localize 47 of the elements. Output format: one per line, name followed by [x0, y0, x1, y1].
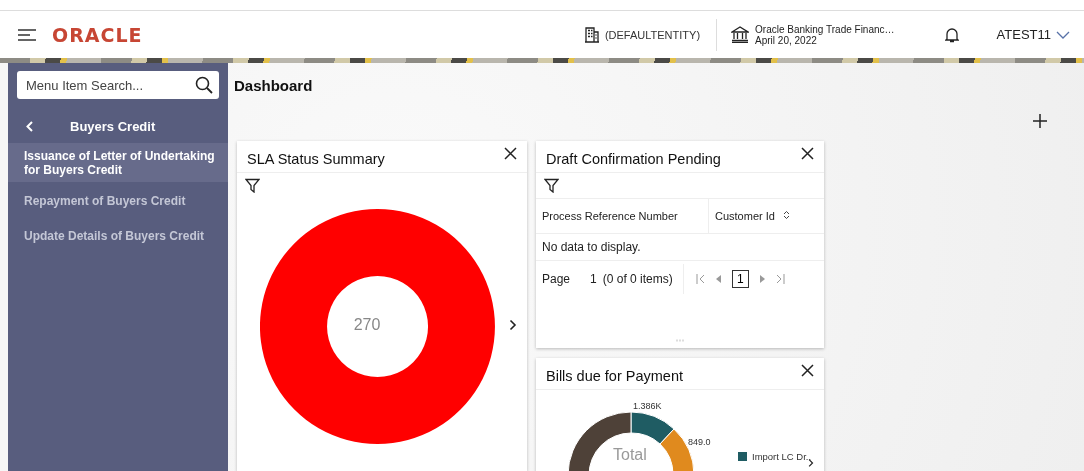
- close-icon[interactable]: [801, 364, 814, 377]
- close-icon[interactable]: [504, 147, 517, 160]
- menu-icon[interactable]: [18, 28, 36, 41]
- bell-icon[interactable]: [944, 26, 959, 43]
- bank-name: Oracle Banking Trade Financ…: [755, 23, 895, 35]
- empty-message: No data to display.: [536, 233, 824, 261]
- widget-title: SLA Status Summary: [247, 151, 386, 169]
- menu-search-field[interactable]: Menu Item Search...: [17, 71, 219, 99]
- resize-handle-icon[interactable]: [675, 339, 685, 342]
- close-icon[interactable]: [801, 147, 814, 160]
- item-count: (0 of 0 items): [602, 272, 673, 286]
- current-page-button[interactable]: 1: [731, 270, 749, 288]
- menu-section-title: Buyers Credit: [70, 118, 156, 134]
- bank-icon: [731, 26, 750, 43]
- legend-label: Import LC Dr..: [752, 451, 812, 462]
- chevron-right-icon[interactable]: [509, 319, 517, 331]
- branch-date: April 20, 2022: [755, 34, 817, 46]
- donut-center-value: 270: [352, 316, 382, 334]
- page-title: Dashboard: [234, 77, 314, 95]
- entity-name[interactable]: (DEFAULTENTITY): [604, 28, 701, 41]
- caret-icon: [1056, 30, 1070, 39]
- sort-icon[interactable]: [782, 210, 790, 220]
- widget-title: Bills due for Payment: [546, 368, 684, 386]
- back-icon[interactable]: [26, 120, 33, 132]
- last-page-icon[interactable]: [775, 274, 785, 284]
- previous-page-icon[interactable]: [715, 275, 721, 283]
- column-header[interactable]: Process Reference Number: [536, 198, 709, 234]
- next-page-icon[interactable]: [759, 275, 765, 283]
- filter-icon[interactable]: [245, 178, 260, 193]
- logo: ORACLE: [52, 23, 143, 46]
- chevron-right-icon[interactable]: [808, 458, 814, 468]
- data-label: 1.386K: [633, 401, 662, 411]
- page-label: Page: [542, 272, 571, 286]
- first-page-icon[interactable]: [695, 274, 705, 284]
- menu-item[interactable]: Issuance of Letter of Undertaking for Buyers Credit: [8, 143, 228, 182]
- add-icon[interactable]: [1032, 113, 1048, 129]
- menu-item[interactable]: Repayment of Buyers Credit: [8, 188, 228, 213]
- user-menu[interactable]: ATEST11: [996, 27, 1070, 42]
- page-number: 1: [590, 272, 597, 286]
- search-icon[interactable]: [195, 76, 213, 94]
- data-label: 849.0: [688, 437, 711, 447]
- donut-center-label: Total: [613, 446, 647, 464]
- widget-title: Draft Confirmation Pending: [546, 151, 722, 169]
- column-header[interactable]: Customer Id: [708, 198, 824, 234]
- menu-item[interactable]: Update Details of Buyers Credit: [8, 223, 228, 248]
- filter-icon[interactable]: [544, 178, 559, 193]
- building-icon: [583, 26, 600, 43]
